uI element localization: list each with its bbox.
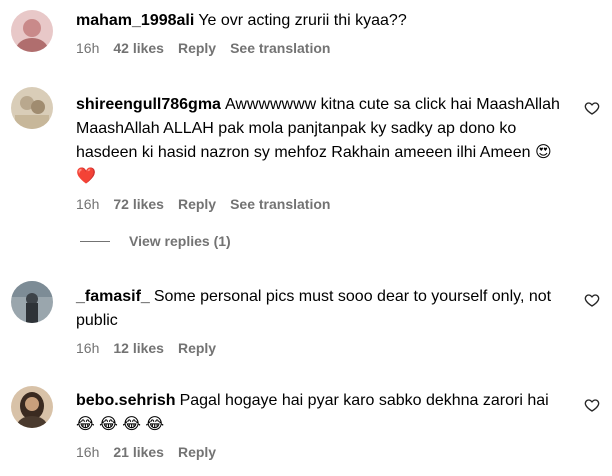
- comment-meta: 16h 72 likes Reply See translation: [76, 195, 566, 213]
- comment-body: _famasif_ Some personal pics must sooo de…: [76, 285, 566, 357]
- comment-likes[interactable]: 72 likes: [113, 195, 164, 213]
- comment-username[interactable]: maham_1998ali: [76, 12, 194, 29]
- comment-text: shireengull786gma Awwwwwww kitna cute sa …: [76, 93, 566, 189]
- view-replies-button[interactable]: View replies (1): [80, 233, 231, 249]
- comment-time[interactable]: 16h: [76, 39, 99, 57]
- comment-meta: 16h 42 likes Reply See translation: [76, 39, 566, 57]
- heart-outline-icon[interactable]: [584, 100, 600, 116]
- comment-text: bebo.sehrish Pagal hogaye hai pyar karo s…: [76, 389, 566, 437]
- comment-body: shireengull786gma Awwwwwww kitna cute sa …: [76, 93, 566, 213]
- comment-content: Ye ovr acting zrurii thi kyaa??: [198, 12, 407, 29]
- comment-meta: 16h 21 likes Reply: [76, 443, 566, 461]
- comment-body: bebo.sehrish Pagal hogaye hai pyar karo s…: [76, 389, 566, 461]
- reply-button[interactable]: Reply: [178, 443, 216, 461]
- comment-username[interactable]: shireengull786gma: [76, 96, 221, 113]
- avatar[interactable]: [11, 87, 53, 129]
- view-replies-label: View replies (1): [129, 233, 231, 249]
- comment-time[interactable]: 16h: [76, 443, 99, 461]
- comment-text: maham_1998ali Ye ovr acting zrurii thi ky…: [76, 9, 566, 33]
- comment-meta: 16h 12 likes Reply: [76, 339, 566, 357]
- comment-likes[interactable]: 42 likes: [113, 39, 164, 57]
- see-translation-button[interactable]: See translation: [230, 195, 330, 213]
- heart-outline-icon[interactable]: [584, 397, 600, 413]
- see-translation-button[interactable]: See translation: [230, 39, 330, 57]
- reply-button[interactable]: Reply: [178, 195, 216, 213]
- avatar[interactable]: [11, 386, 53, 428]
- comment-likes[interactable]: 12 likes: [113, 339, 164, 357]
- comment-time[interactable]: 16h: [76, 339, 99, 357]
- reply-button[interactable]: Reply: [178, 39, 216, 57]
- heart-outline-icon[interactable]: [584, 292, 600, 308]
- reply-button[interactable]: Reply: [178, 339, 216, 357]
- replies-divider: [80, 240, 110, 242]
- comment-body: maham_1998ali Ye ovr acting zrurii thi ky…: [76, 9, 566, 57]
- comment-content: Pagal hogaye hai pyar karo sabko dekhna …: [179, 392, 549, 409]
- avatar[interactable]: [11, 10, 53, 52]
- comment-username[interactable]: _famasif_: [76, 288, 150, 305]
- comment-emoji: 😂 😂 😂 😂: [76, 416, 165, 433]
- comment-time[interactable]: 16h: [76, 195, 99, 213]
- comment-username[interactable]: bebo.sehrish: [76, 392, 176, 409]
- comment-likes[interactable]: 21 likes: [113, 443, 164, 461]
- comment-text: _famasif_ Some personal pics must sooo de…: [76, 285, 566, 333]
- avatar[interactable]: [11, 281, 53, 323]
